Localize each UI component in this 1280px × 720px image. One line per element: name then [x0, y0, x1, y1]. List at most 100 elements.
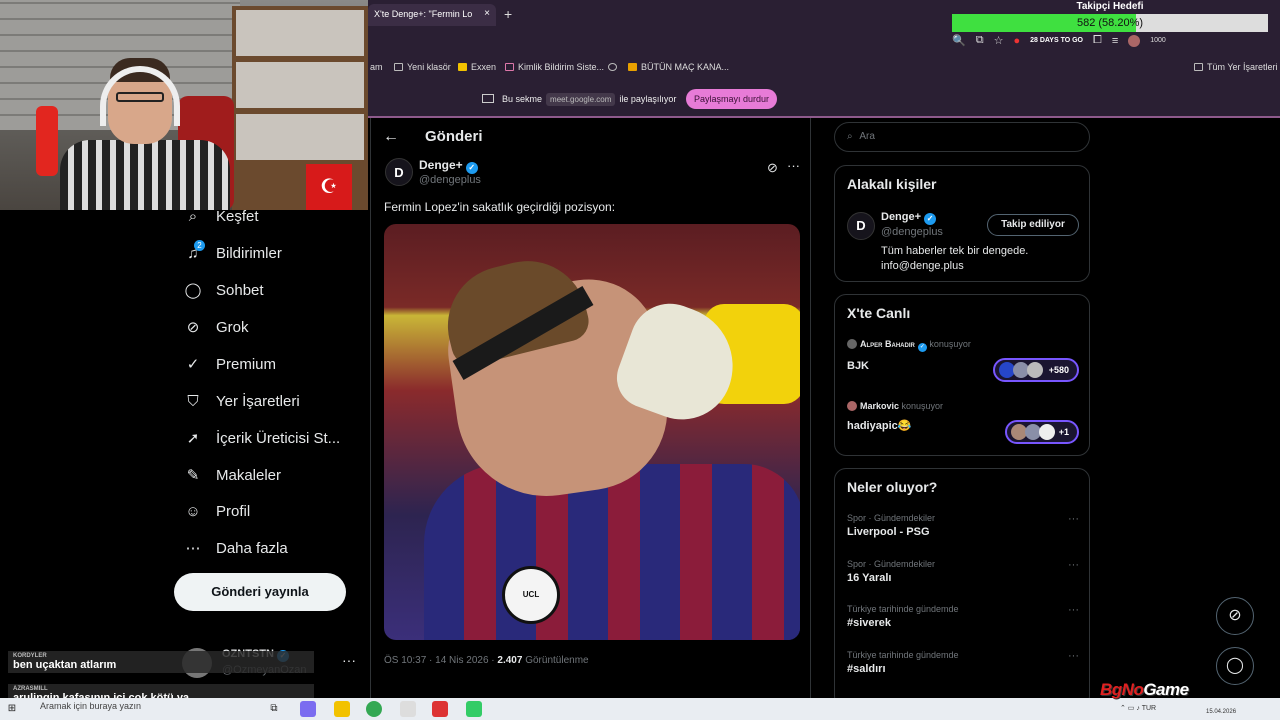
grok-icon: ⊘	[186, 319, 200, 336]
avatar	[847, 339, 857, 349]
browser-toolbar-icons: 🔍 ⧉ ☆ ● 28 DAYS TO GO ⧠ ≡ 1000	[952, 34, 1166, 47]
bookmark-folder[interactable]: Yeni klasör	[394, 62, 451, 72]
chrome-icon[interactable]	[366, 701, 382, 717]
new-tab-button[interactable]: +	[504, 6, 512, 22]
more-icon[interactable]: ···	[1068, 513, 1079, 525]
related-name[interactable]: Denge+ ✓	[881, 211, 937, 225]
microphone	[36, 106, 58, 176]
search-placeholder: Ara	[859, 131, 875, 142]
profile-avatar[interactable]	[1128, 34, 1141, 47]
app-icon[interactable]	[432, 701, 448, 717]
author-avatar[interactable]: D	[385, 158, 413, 186]
chat-icon: ◯	[184, 282, 202, 299]
more-icon[interactable]: ···	[1068, 559, 1079, 571]
task-view-icon[interactable]: ⧉	[266, 701, 282, 717]
media-icon[interactable]: ≡	[1112, 35, 1118, 47]
trend-item[interactable]: Spor · Gündemdekiler Liverpool - PSG ···	[847, 513, 1079, 538]
live-listeners[interactable]: +580	[993, 358, 1079, 382]
taskbar-search[interactable]: Aramak için buraya yazın	[40, 701, 141, 711]
copilot-icon[interactable]	[300, 701, 316, 717]
nav-bookmarks[interactable]: ⛉ Yer İşaretleri	[184, 388, 299, 414]
bookmark-item[interactable]: Kimlik Bildirim Siste...	[505, 62, 604, 72]
chat-text: ben uçaktan atlarım	[13, 659, 117, 671]
champions-league-logo: UCL	[502, 566, 560, 624]
avatar	[847, 401, 857, 411]
nav-explore[interactable]: ⌕ Keşfet	[184, 203, 259, 229]
streamer-shirt	[60, 140, 230, 210]
author-handle[interactable]: @dengeplus	[419, 174, 481, 186]
live-host: Alper Bahadır ✓ konuşuyor	[847, 339, 971, 352]
chat-message: KORDYLER ben uçaktan atlarım	[8, 651, 314, 673]
app-icon[interactable]	[466, 701, 482, 717]
windows-taskbar: ⊞ Aramak için buraya yazın ⧉ ⌃ ▭ ♪ TUR 1…	[0, 698, 1280, 720]
live-space[interactable]: Markovic konuşuyor hadiyapic😂	[847, 401, 943, 432]
share-screen-icon	[482, 94, 494, 103]
more-icon[interactable]: ···	[1068, 650, 1079, 662]
jersey	[424, 464, 800, 640]
bookmark-item[interactable]	[608, 62, 621, 72]
live-topic: BJK	[847, 360, 870, 372]
post-image[interactable]: UCL	[384, 224, 800, 640]
live-listeners[interactable]: +1	[1005, 420, 1079, 444]
view-count: 2.407	[497, 655, 523, 666]
nav-chat[interactable]: ◯ Sohbet	[184, 277, 264, 303]
profile-icon: ☺	[185, 502, 201, 520]
app-icon[interactable]	[400, 701, 416, 717]
extension-countdown[interactable]: 28 DAYS TO GO	[1030, 37, 1083, 44]
nav-articles[interactable]: ✎ Makaleler	[184, 462, 281, 488]
avatar[interactable]: D	[847, 212, 875, 240]
browser-tab[interactable]: X'te Denge+: "Fermin Lo ×	[368, 4, 496, 26]
pen-icon	[505, 63, 514, 71]
globe-icon	[608, 63, 617, 71]
all-bookmarks[interactable]: Tüm Yer İşaretleri	[1194, 62, 1278, 72]
goal-progress-text: 582 (58.20%)	[1076, 17, 1144, 29]
more-icon[interactable]: ···	[342, 652, 356, 668]
puzzle-icon[interactable]: ⧠	[1093, 34, 1102, 47]
more-icon[interactable]: ···	[787, 158, 800, 173]
trends-card: Neler oluyor? Spor · Gündemdekiler Liver…	[834, 468, 1090, 708]
stop-sharing-button[interactable]: Paylaşmayı durdur	[686, 89, 778, 109]
related-handle[interactable]: @dengeplus	[881, 226, 943, 238]
post-header: ← Gönderi	[371, 118, 810, 158]
webcam-overlay: ☪	[0, 0, 368, 210]
nav-grok[interactable]: ⊘ Grok	[184, 314, 249, 340]
grok-icon[interactable]: ⊘	[767, 160, 778, 176]
nav-premium[interactable]: ✓ Premium	[184, 351, 276, 377]
bookmark-item[interactable]: am	[370, 62, 383, 72]
extension-count[interactable]: 1000	[1150, 37, 1166, 44]
zoom-icon[interactable]: 🔍	[952, 34, 966, 47]
share-screen-icon[interactable]: ⧉	[976, 34, 984, 47]
share-message: Bu sekme meet.google.com ile paylaşılıyor	[482, 93, 676, 106]
tab-title: X'te Denge+: "Fermin Lo	[374, 9, 473, 19]
related-bio: Tüm haberler tek bir dengede. info@denge…	[881, 245, 1029, 272]
system-tray[interactable]: ⌃ ▭ ♪ TUR	[1120, 704, 1156, 712]
search-input[interactable]: ⌕ Ara	[834, 122, 1090, 152]
author-name[interactable]: Denge+ ✓	[419, 158, 478, 174]
folder-icon	[394, 63, 403, 71]
messages-fab-button[interactable]: ◯	[1216, 647, 1254, 685]
taskbar-date[interactable]: 15.04.2026	[1206, 709, 1236, 715]
bookmark-item[interactable]: Exxen	[458, 62, 496, 72]
nav-more[interactable]: ⋯ Daha fazla	[184, 535, 288, 561]
following-button[interactable]: Takip ediliyor	[987, 214, 1079, 236]
extension-icon[interactable]: ●	[1013, 35, 1020, 47]
trend-item[interactable]: Spor · Gündemdekiler 16 Yaralı ···	[847, 559, 1079, 584]
bookmark-item[interactable]: BÜTÜN MAÇ KANA...	[628, 62, 729, 72]
tab-close-icon[interactable]: ×	[484, 8, 490, 19]
grok-fab-button[interactable]: ⊘	[1216, 597, 1254, 635]
live-spaces-card: X'te Canlı Alper Bahadır ✓ konuşuyor BJK …	[834, 294, 1090, 456]
live-space[interactable]: Alper Bahadır ✓ konuşuyor BJK	[847, 339, 971, 372]
windows-start-icon[interactable]: ⊞	[4, 701, 20, 717]
more-icon[interactable]: ···	[1068, 604, 1079, 616]
channel-watermark: BgNoGame	[1100, 680, 1189, 699]
post-button[interactable]: Gönderi yayınla	[174, 573, 346, 611]
live-host: Markovic konuşuyor	[847, 401, 943, 411]
trend-item[interactable]: Türkiye tarihinde gündemde #saldırı ···	[847, 650, 1079, 675]
nav-creator-studio[interactable]: ➚ İçerik Üreticisi St...	[184, 425, 340, 451]
nav-profile[interactable]: ☺ Profil	[184, 498, 250, 524]
star-icon[interactable]: ☆	[994, 34, 1004, 47]
file-explorer-icon[interactable]	[334, 701, 350, 717]
trend-item[interactable]: Türkiye tarihinde gündemde #siverek ···	[847, 604, 1079, 629]
back-arrow-icon[interactable]: ←	[383, 128, 399, 146]
card-title: Alakalı kişiler	[847, 176, 937, 192]
